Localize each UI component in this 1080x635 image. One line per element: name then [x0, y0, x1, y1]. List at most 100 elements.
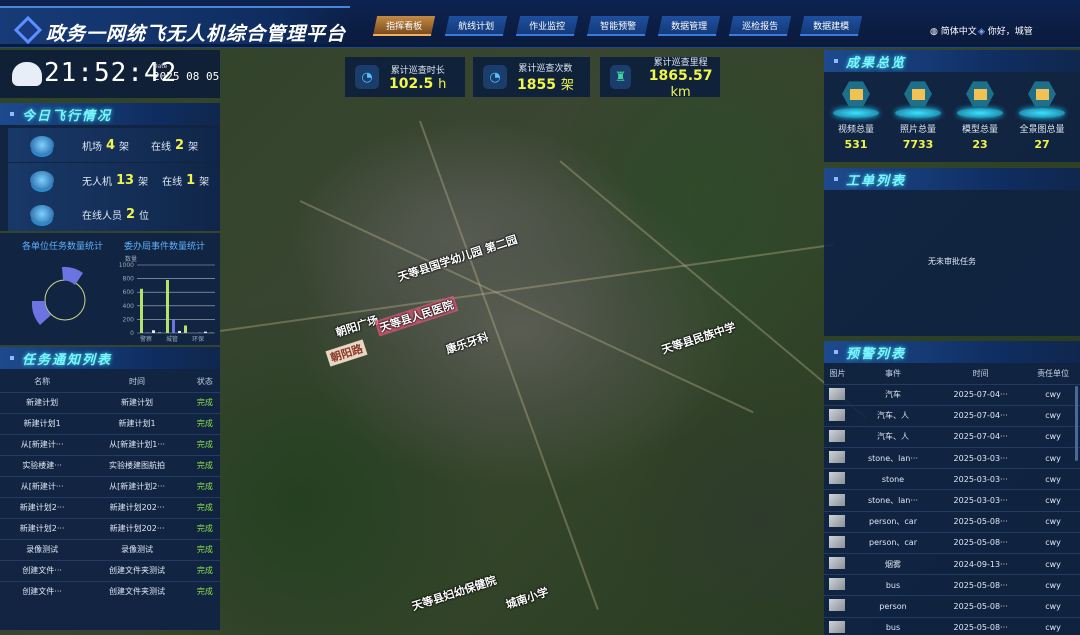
cloud-weather-icon	[12, 62, 42, 86]
warning-thumbnail[interactable]	[829, 514, 846, 527]
bar	[158, 332, 161, 333]
stat-card-mileage: ♜ 累计巡查里程 1865.57 km	[600, 57, 720, 100]
y-tick-label: 600	[123, 289, 135, 296]
task-row[interactable]: 实验楼建··· 实验楼建图航拍 完成	[0, 454, 220, 476]
warning-thumbnail[interactable]	[829, 578, 846, 591]
warning-row[interactable]: bus 2025-05-08··· cwy	[824, 616, 1080, 635]
task-row[interactable]: 从[新建计··· 从[新建计划1··· 完成	[0, 433, 220, 455]
warning-list-panel: 预警列表 图片 事件 时间 责任单位 汽车 2025-07-04··· cwy 汽车、人 20…	[824, 341, 1080, 635]
warning-thumbnail[interactable]	[829, 557, 846, 570]
task-row[interactable]: 录像测试 录像测试 完成	[0, 538, 220, 560]
task-row[interactable]: 创建文件··· 创建文件夹测试 完成	[0, 559, 220, 581]
x-tick-label: 城管	[166, 335, 178, 343]
warning-row[interactable]: stone、lan··· 2025-03-03··· cwy	[824, 489, 1080, 512]
task-row[interactable]: 新建计划2··· 新建计划202··· 完成	[0, 517, 220, 539]
value: 2	[126, 206, 136, 222]
label: 机场	[82, 141, 102, 153]
warning-thumbnail[interactable]	[829, 429, 846, 442]
warning-row[interactable]: person 2025-05-08··· cwy	[824, 595, 1080, 618]
warning-event: person	[850, 595, 936, 618]
donut-slice	[62, 266, 83, 285]
task-row[interactable]: 新建计划 新建计划 完成	[0, 391, 220, 413]
warning-thumbnail[interactable]	[829, 451, 846, 464]
task-row[interactable]: 新建计划1 新建计划1 完成	[0, 412, 220, 434]
map-label[interactable]: 城南小学	[504, 584, 551, 613]
value: 13	[116, 172, 135, 188]
bar	[140, 288, 143, 333]
achievement-item[interactable]: 全景图总量 27	[1012, 80, 1072, 151]
warning-row[interactable]: 汽车、人 2025-07-04··· cwy	[824, 425, 1080, 448]
logo-icon	[13, 15, 43, 45]
warning-row[interactable]: bus 2025-05-08··· cwy	[824, 574, 1080, 596]
map-label[interactable]: 天等县国学幼儿园 第二园	[396, 231, 520, 285]
map-label[interactable]: 康乐牙科	[444, 329, 491, 358]
map-label[interactable]: 天等县妇幼保健院	[410, 572, 499, 614]
task-row[interactable]: 从[新建计··· 从[新建计划2··· 完成	[0, 475, 220, 497]
warning-thumbnail[interactable]	[829, 387, 846, 400]
nav-label: 数据管理	[671, 21, 708, 32]
charts-panel: 各单位任务数量统计 委办局事件数量统计 数量 0 200 400 600 800 1000 警…	[0, 233, 220, 345]
nav-tab-data-modeling[interactable]: 数据建模	[799, 16, 863, 36]
panel-title: 任务通知列表	[0, 347, 220, 369]
achievement-item[interactable]: 照片总量 7733	[888, 80, 948, 151]
achievement-value: 7733	[902, 138, 934, 151]
task-notice-panel: 任务通知列表 名称 时间 状态 新建计划 新建计划 完成 新建计划1 新建计划1 完成 从[新建…	[0, 347, 220, 630]
user-menu[interactable]: ◈ 你好，城管	[978, 24, 1033, 37]
donut-ring	[44, 279, 86, 321]
language-switch[interactable]: ◍ 简体中文	[930, 24, 977, 37]
task-row[interactable]: 新建计划2··· 新建计划202··· 完成	[0, 496, 220, 518]
warning-event: stone、lan···	[850, 447, 936, 469]
warning-row[interactable]: 烟雾 2024-09-13··· cwy	[824, 552, 1080, 575]
warning-event: 汽车、人	[850, 404, 936, 427]
warning-thumbnail[interactable]	[829, 620, 846, 633]
nav-tab-operation-monitor[interactable]: 作业监控	[515, 16, 579, 36]
achievement-item[interactable]: 视频总量 531	[826, 80, 886, 151]
video-icon	[842, 81, 870, 107]
task-status: 完成	[189, 391, 220, 413]
map-road	[419, 120, 599, 610]
map-label[interactable]: 天等县民族中学	[659, 318, 737, 357]
task-name: 从[新建计···	[0, 433, 85, 455]
unit: 架	[138, 176, 149, 188]
warning-row[interactable]: person、car 2025-05-08··· cwy	[824, 531, 1080, 554]
label: 在线	[151, 141, 172, 153]
warning-event: person、car	[850, 531, 936, 554]
achievement-item[interactable]: 模型总量 23	[950, 80, 1010, 151]
bar	[146, 332, 149, 333]
warning-thumbnail[interactable]	[829, 535, 846, 548]
task-status: 完成	[189, 580, 220, 602]
warning-row[interactable]: 汽车、人 2025-07-04··· cwy	[824, 404, 1080, 427]
nav-tab-data-management[interactable]: 数据管理	[657, 16, 721, 36]
warning-row[interactable]: person、car 2025-05-08··· cwy	[824, 510, 1080, 533]
warning-thumbnail[interactable]	[829, 493, 846, 506]
warning-thumbnail[interactable]	[829, 472, 846, 485]
bar	[166, 279, 169, 333]
greeting-label: 你好，城管	[987, 27, 1033, 37]
warning-row[interactable]: 汽车 2025-07-04··· cwy	[824, 383, 1080, 406]
warning-thumbnail[interactable]	[829, 408, 846, 421]
task-status: 完成	[189, 454, 220, 476]
task-status: 完成	[189, 559, 220, 581]
warning-thumbnail[interactable]	[829, 599, 846, 612]
warning-row[interactable]: stone、lan··· 2025-03-03··· cwy	[824, 447, 1080, 469]
stat-unit: km	[670, 84, 691, 100]
label: 在线	[162, 176, 183, 188]
stat-value: 102.5	[389, 75, 434, 92]
task-name: 从[新建计···	[0, 475, 85, 497]
warning-unit: cwy	[1026, 468, 1080, 490]
task-time: 创建文件夹测试	[84, 559, 190, 581]
map-label[interactable]: 朝阳广场	[334, 312, 381, 341]
scrollbar[interactable]	[1075, 386, 1078, 461]
donut-chart	[31, 266, 86, 325]
gauge-icon: ◔	[355, 65, 379, 89]
nav-tab-inspection-report[interactable]: 巡检报告	[728, 16, 792, 36]
warning-row[interactable]: stone 2025-03-03··· cwy	[824, 468, 1080, 490]
nav-tab-smart-warning[interactable]: 智能预警	[586, 16, 650, 36]
task-row[interactable]: 创建文件··· 创建文件夹测试 完成	[0, 580, 220, 602]
nav-tab-route-plan[interactable]: 航线计划	[444, 16, 508, 36]
nav-tab-command-board[interactable]: 指挥看板	[372, 16, 436, 36]
map-label[interactable]: 朝阳路	[325, 339, 368, 367]
map-road	[219, 243, 835, 332]
unit: 架	[199, 176, 210, 188]
warning-event: stone	[850, 468, 936, 490]
